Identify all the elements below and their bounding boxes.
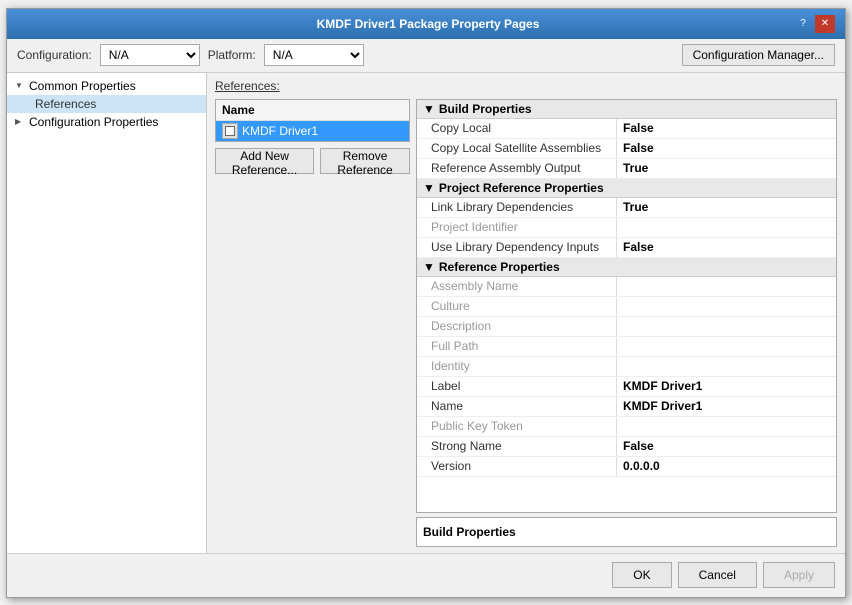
references-underline-label: R: [215, 79, 224, 93]
prop-val-project-id: [617, 218, 836, 237]
prop-row-copy-satellite: Copy Local Satellite Assemblies False: [417, 139, 836, 159]
prop-val-culture: [617, 297, 836, 316]
prop-name-copy-satellite: Copy Local Satellite Assemblies: [417, 139, 617, 158]
prop-row-link-lib: Link Library Dependencies True: [417, 198, 836, 218]
help-button[interactable]: ?: [793, 15, 813, 33]
build-props-arrow: ▼: [423, 102, 435, 116]
prop-row-use-lib: Use Library Dependency Inputs False: [417, 238, 836, 258]
tree-item-config-label: Configuration Properties: [29, 115, 158, 129]
prop-val-description: [617, 317, 836, 336]
prop-name-link-lib: Link Library Dependencies: [417, 198, 617, 217]
prop-row-name: Name KMDF Driver1: [417, 397, 836, 417]
build-props-footer-label: Build Properties: [423, 525, 516, 539]
prop-name-project-id: Project Identifier: [417, 218, 617, 237]
prop-row-description: Description: [417, 317, 836, 337]
prop-name-copy-local: Copy Local: [417, 119, 617, 138]
prop-val-ref-assembly: True: [617, 159, 836, 178]
prop-val-assembly-name: [617, 277, 836, 296]
prop-row-ref-assembly: Reference Assembly Output True: [417, 159, 836, 179]
dialog: KMDF Driver1 Package Property Pages ? ✕ …: [6, 8, 846, 598]
prop-name-label: Label: [417, 377, 617, 396]
prop-val-label: KMDF Driver1: [617, 377, 836, 396]
prop-name-identity: Identity: [417, 357, 617, 376]
close-button[interactable]: ✕: [815, 15, 835, 33]
prop-val-full-path: [617, 337, 836, 356]
prop-name-version: Version: [417, 457, 617, 476]
build-props-title: Build Properties: [439, 102, 532, 116]
refs-listbox: Name KMDF Driver1: [215, 99, 410, 142]
platform-label: Platform:: [208, 48, 256, 62]
prop-val-copy-local: False: [617, 119, 836, 138]
bottom-bar: OK Cancel Apply: [7, 553, 845, 597]
prop-name-culture: Culture: [417, 297, 617, 316]
prop-val-copy-satellite: False: [617, 139, 836, 158]
ref-props-arrow: ▼: [423, 260, 435, 274]
main-content: ▼ Common Properties References ▶ Configu…: [7, 73, 845, 553]
prop-row-assembly-name: Assembly Name: [417, 277, 836, 297]
build-props-footer: Build Properties: [416, 517, 837, 547]
prop-name-full-path: Full Path: [417, 337, 617, 356]
prop-name-use-lib: Use Library Dependency Inputs: [417, 238, 617, 257]
prop-val-public-key: [617, 417, 836, 436]
refs-and-props: Name KMDF Driver1 Add New Reference... R…: [215, 99, 837, 547]
ref-props-section: ▼ Reference Properties: [417, 258, 836, 277]
refs-list-header: Name: [216, 100, 409, 121]
config-bar: Configuration: N/A Platform: N/A Configu…: [7, 39, 845, 73]
props-panel: ▼ Build Properties Copy Local False Copy…: [416, 99, 837, 513]
tree-arrow-config: ▶: [15, 117, 25, 126]
prop-name-public-key: Public Key Token: [417, 417, 617, 436]
prop-val-identity: [617, 357, 836, 376]
platform-select[interactable]: N/A: [264, 44, 364, 66]
prop-val-strong-name: False: [617, 437, 836, 456]
config-manager-button[interactable]: Configuration Manager...: [682, 44, 835, 66]
ref-item-icon: [222, 123, 238, 139]
prop-name-name: Name: [417, 397, 617, 416]
ref-props-title: Reference Properties: [439, 260, 560, 274]
prop-val-link-lib: True: [617, 198, 836, 217]
project-ref-title: Project Reference Properties: [439, 181, 604, 195]
prop-row-public-key: Public Key Token: [417, 417, 836, 437]
prop-row-full-path: Full Path: [417, 337, 836, 357]
prop-row-strong-name: Strong Name False: [417, 437, 836, 457]
references-section-label: References:: [215, 79, 837, 93]
tree-arrow-common: ▼: [15, 81, 25, 90]
project-ref-section: ▼ Project Reference Properties: [417, 179, 836, 198]
title-bar: KMDF Driver1 Package Property Pages ? ✕: [7, 9, 845, 39]
add-new-reference-button[interactable]: Add New Reference...: [215, 148, 314, 174]
config-label: Configuration:: [17, 48, 92, 62]
references-rest: eferences:: [224, 79, 280, 93]
prop-row-culture: Culture: [417, 297, 836, 317]
refs-list-item[interactable]: KMDF Driver1: [216, 121, 409, 141]
title-bar-controls: ? ✕: [793, 15, 835, 33]
ref-item-name: KMDF Driver1: [242, 124, 318, 138]
cancel-button[interactable]: Cancel: [678, 562, 757, 588]
build-props-section: ▼ Build Properties: [417, 100, 836, 119]
apply-button[interactable]: Apply: [763, 562, 835, 588]
remove-reference-button[interactable]: Remove Reference: [320, 148, 410, 174]
prop-val-version: 0.0.0.0: [617, 457, 836, 476]
prop-row-project-id: Project Identifier: [417, 218, 836, 238]
config-select[interactable]: N/A: [100, 44, 200, 66]
refs-buttons-row: Add New Reference... Remove Reference: [215, 148, 410, 174]
prop-name-assembly-name: Assembly Name: [417, 277, 617, 296]
project-ref-arrow: ▼: [423, 181, 435, 195]
prop-val-name: KMDF Driver1: [617, 397, 836, 416]
tree-panel: ▼ Common Properties References ▶ Configu…: [7, 73, 207, 553]
prop-name-description: Description: [417, 317, 617, 336]
tree-item-common-label: Common Properties: [29, 79, 136, 93]
prop-name-ref-assembly: Reference Assembly Output: [417, 159, 617, 178]
tree-references-label: References: [35, 97, 96, 111]
prop-row-identity: Identity: [417, 357, 836, 377]
tree-item-config-props[interactable]: ▶ Configuration Properties: [7, 113, 206, 131]
prop-name-strong-name: Strong Name: [417, 437, 617, 456]
right-panel: References: Name KMDF Driver1: [207, 73, 845, 553]
prop-row-copy-local: Copy Local False: [417, 119, 836, 139]
tree-item-common-props[interactable]: ▼ Common Properties: [7, 77, 206, 95]
prop-row-version: Version 0.0.0.0: [417, 457, 836, 477]
prop-row-label: Label KMDF Driver1: [417, 377, 836, 397]
dialog-title: KMDF Driver1 Package Property Pages: [63, 17, 793, 31]
tree-item-references[interactable]: References: [7, 95, 206, 113]
ok-button[interactable]: OK: [612, 562, 671, 588]
prop-val-use-lib: False: [617, 238, 836, 257]
